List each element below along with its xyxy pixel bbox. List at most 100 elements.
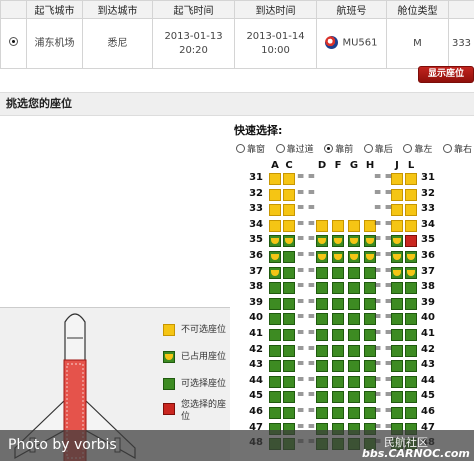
flight-select-cell[interactable] [0,18,27,69]
seat-36A[interactable] [269,251,281,263]
seat-40A[interactable] [269,313,281,325]
flight-table: 起飞城市 到达城市 起飞时间 到达时间 航班号 舱位类型 浦东机场 悉尼 201… [0,0,474,69]
seat-41C[interactable] [283,329,295,341]
seat-40L[interactable] [405,313,417,325]
quick-option-4[interactable]: 靠左 [403,142,432,155]
seat-35D[interactable] [316,235,328,247]
seat-35C[interactable] [283,235,295,247]
seat-38A[interactable] [269,282,281,294]
seat-39L[interactable] [405,298,417,310]
seat-45C[interactable] [283,391,295,403]
quick-option-2[interactable]: 靠前 [324,142,353,155]
seat-42F[interactable] [332,345,344,357]
seat-37F[interactable] [332,267,344,279]
seat-44D[interactable] [316,376,328,388]
quick-option-5[interactable]: 靠右 [442,142,472,155]
seat-46L[interactable] [405,407,417,419]
seat-42G[interactable] [348,345,360,357]
seat-46F[interactable] [332,407,344,419]
seat-37C[interactable] [283,267,295,279]
seat-39G[interactable] [348,298,360,310]
seat-36D[interactable] [316,251,328,263]
seat-39A[interactable] [269,298,281,310]
seat-44L[interactable] [405,376,417,388]
seat-34C [283,220,295,232]
seat-43G[interactable] [348,360,360,372]
quick-option-radio[interactable] [236,144,245,153]
row-number-right: 43 [421,359,435,370]
quick-option-radio[interactable] [275,144,285,153]
seat-42C[interactable] [283,345,295,357]
row-number-right: 41 [421,328,435,339]
seat-46C[interactable] [283,407,295,419]
column-header-C: C [285,160,293,171]
quick-option-3[interactable]: 靠后 [363,142,393,155]
seat-37G[interactable] [348,267,360,279]
seat-45L[interactable] [405,391,417,403]
seat-41G[interactable] [348,329,360,341]
flight-row[interactable]: 浦东机场 悉尼 2013-01-13 20:20 2013-01-14 10:0… [0,18,474,69]
seat-35F[interactable] [332,235,344,247]
seat-46A[interactable] [269,407,281,419]
seat-35L[interactable] [405,235,417,247]
quick-option-radio[interactable] [403,144,413,153]
quick-option-radio[interactable] [363,144,373,153]
seat-38C[interactable] [283,282,295,294]
seat-45A[interactable] [269,391,281,403]
seat-42D[interactable] [316,345,328,357]
seat-46G[interactable] [348,407,360,419]
seat-37L[interactable] [405,267,417,279]
seat-38G[interactable] [348,282,360,294]
quick-option-radio[interactable] [324,144,334,153]
quick-option-0[interactable]: 靠窗 [236,142,265,155]
seat-39F[interactable] [332,298,344,310]
header-flight-no: 航班号 [316,0,387,19]
seat-43F[interactable] [332,360,344,372]
seat-42A[interactable] [269,345,281,357]
seat-35G[interactable] [348,235,360,247]
seat-38F[interactable] [332,282,344,294]
seat-32L [405,189,417,201]
seat-46D[interactable] [316,407,328,419]
seat-45D[interactable] [316,391,328,403]
cabin-type: M [386,18,449,69]
seat-36G[interactable] [348,251,360,263]
unavailable-seat-icon [163,324,175,336]
seat-44A[interactable] [269,376,281,388]
quick-option-radio[interactable] [442,144,452,153]
flight-radio[interactable] [9,36,18,46]
seat-45F[interactable] [332,391,344,403]
aisle-marker: = = [296,250,316,260]
seat-40C[interactable] [283,313,295,325]
seat-42L[interactable] [405,345,417,357]
seat-39C[interactable] [283,298,295,310]
seat-41D[interactable] [316,329,328,341]
seat-44G[interactable] [348,376,360,388]
seat-35A[interactable] [269,235,281,247]
seat-41A[interactable] [269,329,281,341]
seat-40F[interactable] [332,313,344,325]
show-seat-button[interactable]: 显示座位 [418,66,474,83]
seat-43L[interactable] [405,360,417,372]
seat-37D[interactable] [316,267,328,279]
seat-41L[interactable] [405,329,417,341]
quick-option-1[interactable]: 靠过道 [275,142,314,155]
seat-41F[interactable] [332,329,344,341]
seat-44F[interactable] [332,376,344,388]
seat-36F[interactable] [332,251,344,263]
seat-43C[interactable] [283,360,295,372]
seat-38L[interactable] [405,282,417,294]
seat-44C[interactable] [283,376,295,388]
seat-43A[interactable] [269,360,281,372]
seat-40D[interactable] [316,313,328,325]
seat-36C[interactable] [283,251,295,263]
seat-43D[interactable] [316,360,328,372]
seat-45G[interactable] [348,391,360,403]
seat-40G[interactable] [348,313,360,325]
row-number-right: 31 [421,172,435,183]
seat-34F [332,220,344,232]
seat-38D[interactable] [316,282,328,294]
seat-39D[interactable] [316,298,328,310]
seat-37A[interactable] [269,267,281,279]
seat-36L[interactable] [405,251,417,263]
